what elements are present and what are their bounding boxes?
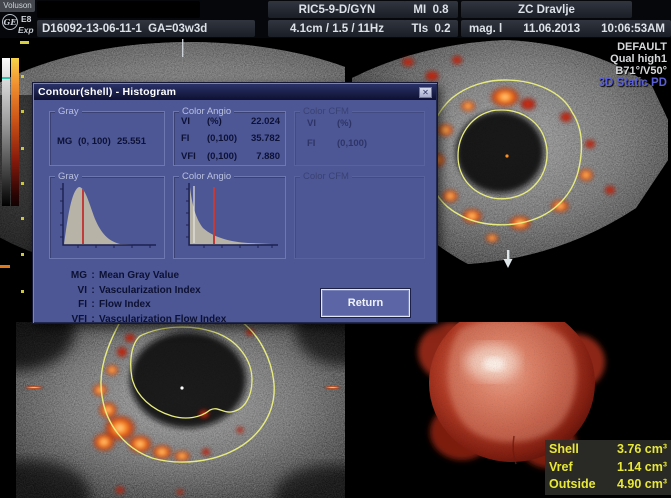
tis-readout: TIs 0.2 [404,20,458,37]
measure-label: Shell [549,442,579,456]
group-title-cfm: Color CFM [300,106,352,117]
measure-label: Vref [549,459,573,474]
clinic-name: ZC Dravlje [461,1,632,18]
gestational-sac-dark-2 [130,332,246,428]
dialog-title: Contour(shell) - Histogram [38,86,177,98]
measure-value: 1.14 cm³ [616,459,667,474]
legend-row-fi: FI : Flow Index [78,299,151,311]
depth-tick [21,147,24,150]
depth-tick [21,182,24,185]
mag-label: mag. l [469,22,503,35]
patient-id: D16092-13-06-11-1 GA=03w3d [37,20,255,37]
depth-tick [21,290,24,293]
close-icon[interactable]: ✕ [419,86,432,98]
depth-tick [21,253,24,256]
value-row-vi: VI (%) 22.024 [181,116,280,127]
cfm-values-group: Color CFM VI (%) FI (0,100) [294,106,425,166]
measure-row-vref: Vref 1.14 cm³ [549,459,667,477]
depth-tick [21,75,24,78]
gestational-sac-dark [456,111,544,193]
value-row-fi: FI (0,100) 35.782 [181,133,280,144]
depth-tick-major [20,41,29,44]
ge-logo: GE [2,14,18,30]
measure-value: 4.90 cm³ [616,477,667,491]
group-title-gray: Gray [55,106,82,117]
depth-tick [21,110,24,113]
center-dot-bottomleft [180,386,184,390]
return-button[interactable]: Return [320,288,411,318]
status-bar: Voluson GE E8 Exp RIC5-9-D/GYN MI 0.8 ZC… [0,0,671,38]
measure-label: Outside [549,477,596,491]
index-legend: MG : Mean Gray Value VI : Vascularizatio… [63,269,226,327]
gray-histogram-plot [60,183,156,248]
probe-center-marker [182,39,184,57]
time-label: 10:06:53AM [601,22,665,35]
legend-row-vfi: VFI : Vascularization Flow Index [71,313,227,325]
center-tick-left [0,265,10,268]
date-label: 11.06.2013 [523,22,581,35]
center-tick-right-2 [322,386,343,389]
angio-histogram-plot [186,183,278,248]
angles-label: B71°/V50° [615,65,667,77]
model-label: E8 [21,14,32,24]
value-row-vfi: VFI (0,100) 7.880 [181,151,280,162]
acquisition-settings: 4.1cm / 1.5 / 11Hz [268,20,406,37]
mode3d-label: 3D Static PD [598,77,667,89]
histogram-dialog: Contour(shell) - Histogram ✕ Gray MG (0,… [32,82,438,327]
mi-readout: MI 0.8 [404,1,458,18]
grayscale-colormap-bar [2,58,10,206]
angio-histogram-group: Color Angio [173,171,286,259]
ultrasound-screen: Voluson GE E8 Exp RIC5-9-D/GYN MI 0.8 ZC… [0,0,671,498]
probe-label: RIC5-9-D/GYN [268,1,406,18]
quality-label: Qual high1 [610,53,667,65]
dialog-titlebar[interactable]: Contour(shell) - Histogram ✕ [34,84,436,100]
doppler-colormap-bar [11,58,19,206]
brand-block: Voluson GE E8 Exp [0,0,36,38]
preset-label: DEFAULT [617,41,667,53]
gray-values-group: Gray MG (0, 100) 25.551 [49,106,165,166]
value-row-mg: MG (0, 100) 25.551 [57,136,146,147]
datetime-cell: mag. l 11.06.2013 10:06:53AM [461,20,671,37]
angio-values-group: Color Angio VI (%) 22.024 FI (0,100) 35.… [173,106,286,166]
hist-title-cfm: Color CFM [300,171,352,182]
measure-value: 3.76 cm³ [616,442,667,456]
volume-measurements: Shell 3.76 cm³ Vref 1.14 cm³ Outside 4.9… [545,440,671,495]
value-row-cfm-vi: VI (%) [307,118,352,129]
display-parameters: DEFAULT Qual high1 B71°/V50° 3D Static P… [599,41,667,89]
redacted-patient-name [37,1,200,18]
center-tick-left-2 [22,386,46,389]
center-dot-topright [505,154,509,158]
legend-row-mg: MG : Mean Gray Value [70,270,180,281]
gray-threshold-marker [2,77,10,79]
mode-label: Exp [18,25,34,35]
measure-row-outside: Outside 4.90 cm³ [549,476,667,494]
legend-row-vi: VI : Vascularization Index [77,284,201,296]
cfm-histogram-group: Color CFM [294,171,425,259]
depth-tick [21,217,24,220]
gray-histogram-group: Gray [49,171,165,259]
measure-row-shell: Shell 3.76 cm³ [549,441,667,459]
voluson-logo-text: Voluson [0,0,35,12]
value-row-cfm-fi: FI (0,100) [307,138,368,149]
